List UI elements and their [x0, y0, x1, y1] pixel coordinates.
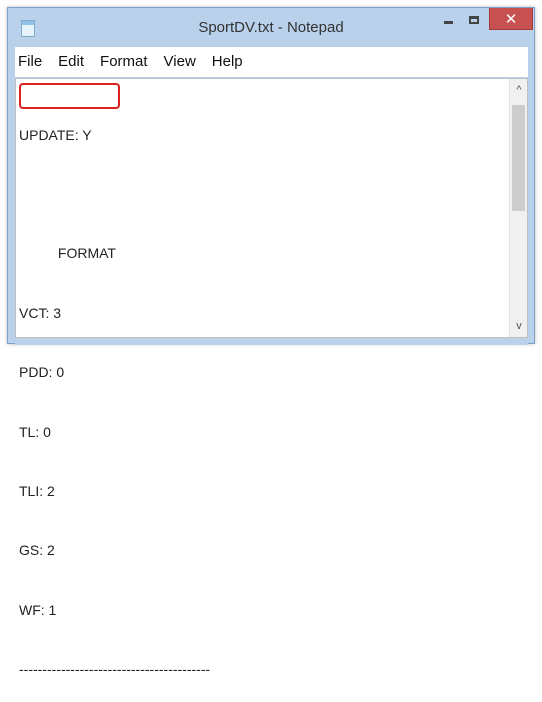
close-button[interactable]: ✕: [489, 8, 533, 30]
scroll-down-button[interactable]: v: [510, 317, 528, 335]
menu-bar: File Edit Format View Help: [15, 47, 528, 77]
maximize-icon: [469, 15, 479, 24]
vertical-scrollbar[interactable]: ^ v: [509, 79, 527, 337]
chevron-down-icon: v: [516, 320, 522, 332]
menu-view[interactable]: View: [156, 51, 204, 73]
document-text[interactable]: UPDATE: Y FORMAT VCT: 3 PDD: 0 TL: 0 TLI…: [19, 86, 505, 702]
window-bottom-border: [15, 338, 528, 345]
menu-file[interactable]: File: [15, 51, 50, 73]
scroll-up-button[interactable]: ^: [510, 81, 528, 99]
menu-format[interactable]: Format: [92, 51, 156, 73]
minimize-icon: [443, 21, 453, 24]
minimize-button[interactable]: [435, 8, 461, 31]
text-line: UPDATE: Y: [19, 126, 92, 143]
text-line: VCT: 3: [19, 304, 62, 321]
text-editor[interactable]: UPDATE: Y FORMAT VCT: 3 PDD: 0 TL: 0 TLI…: [15, 78, 528, 677]
text-line: TL: 0: [19, 423, 51, 440]
scroll-thumb[interactable]: [512, 105, 525, 211]
text-line: TLI: 2: [19, 482, 55, 499]
chevron-up-icon: ^: [516, 84, 522, 96]
title-bar[interactable]: SportDV.txt - Notepad ✕: [8, 8, 534, 47]
text-line: FORMAT: [19, 245, 116, 262]
close-icon: ✕: [504, 10, 518, 28]
notepad-window: SportDV.txt - Notepad ✕ File Edit Format…: [7, 7, 535, 677]
text-line: [19, 185, 505, 205]
text-line: WF: 1: [19, 601, 57, 618]
text-line: GS: 2: [19, 542, 55, 559]
maximize-button[interactable]: [461, 8, 487, 31]
menu-help[interactable]: Help: [204, 51, 251, 73]
menu-edit[interactable]: Edit: [50, 51, 92, 73]
text-line: PDD: 0: [19, 364, 65, 381]
text-line: ----------------------------------------…: [19, 661, 211, 678]
